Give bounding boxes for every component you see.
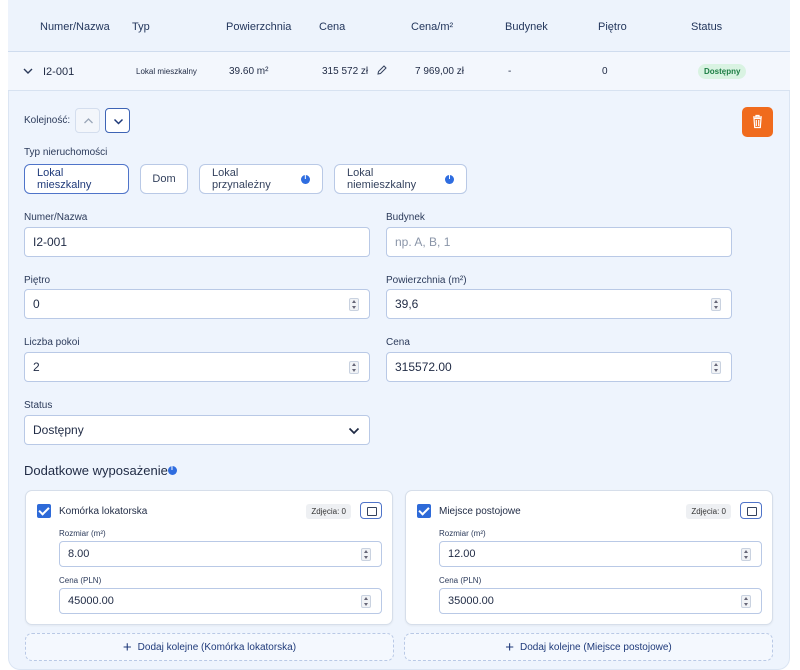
col-cena[interactable]: Cena <box>319 21 345 33</box>
extra-card-miejsce: Miejsce postojowe Zdjęcia: 0 Rozmiar (m²… <box>405 490 773 625</box>
col-cena-m2[interactable]: Cena/m² <box>411 21 453 33</box>
info-icon[interactable] <box>445 174 454 184</box>
price-value: 45000.00 <box>68 595 114 607</box>
chevron-up-icon <box>84 118 93 124</box>
budynek-label: Budynek <box>386 212 425 223</box>
cena-label: Cena <box>386 337 410 348</box>
row-cena-m2: 7 969,00 zł <box>415 66 464 77</box>
col-numer[interactable]: Numer/Nazwa <box>40 21 110 33</box>
add-komorka-button[interactable]: + Dodaj kolejne (Komórka lokatorska) <box>25 633 394 661</box>
budynek-field[interactable]: np. A, B, 1 <box>386 227 732 257</box>
size-field[interactable]: 8.00 <box>59 541 382 567</box>
status-label: Status <box>24 400 53 411</box>
stepper-icon[interactable] <box>349 361 359 374</box>
type-dom[interactable]: Dom <box>140 164 188 194</box>
pokoje-value: 2 <box>33 360 40 374</box>
card-title: Komórka lokatorska <box>59 506 148 517</box>
type-lokal-przynalezny[interactable]: Lokal przynależny <box>199 164 323 194</box>
row-cena: 315 572 zł <box>322 66 369 77</box>
stepper-icon[interactable] <box>361 548 371 561</box>
delete-button[interactable] <box>742 107 773 137</box>
type-label: Lokal mieszkalny <box>37 167 92 191</box>
extra-card-komorka: Komórka lokatorska Zdjęcia: 0 Rozmiar (m… <box>25 490 393 625</box>
price-label: Cena (PLN) <box>59 576 102 585</box>
size-field[interactable]: 12.00 <box>439 541 762 567</box>
row-numer: I2-001 <box>43 66 75 78</box>
info-icon[interactable] <box>301 174 310 184</box>
photos-count: Zdjęcia: 0 <box>306 504 351 519</box>
pietro-value: 0 <box>33 297 40 311</box>
numer-field[interactable]: I2-001 <box>24 227 370 257</box>
stepper-icon[interactable] <box>711 361 721 374</box>
gallery-button[interactable] <box>360 502 382 519</box>
col-pietro[interactable]: Piętro <box>598 21 627 33</box>
size-value: 12.00 <box>448 548 476 560</box>
row-typ: Lokal mieszkalny <box>136 67 197 76</box>
checkbox[interactable] <box>37 504 51 518</box>
price-field[interactable]: 35000.00 <box>439 588 762 614</box>
table-row[interactable]: I2-001 Lokal mieszkalny 39.60 m² 315 572… <box>8 52 790 91</box>
move-up-button[interactable] <box>75 108 100 133</box>
size-value: 8.00 <box>68 548 90 560</box>
photos-count: Zdjęcia: 0 <box>686 504 731 519</box>
chevron-down-icon[interactable] <box>22 65 34 77</box>
checkbox[interactable] <box>417 504 431 518</box>
price-label: Cena (PLN) <box>439 576 482 585</box>
extras-title: Dodatkowe wyposażenie <box>24 463 168 478</box>
trash-icon <box>753 114 762 129</box>
order-label: Kolejność: <box>24 115 71 126</box>
gallery-button[interactable] <box>740 502 762 519</box>
pokoje-field[interactable]: 2 <box>24 352 370 382</box>
plus-icon: + <box>505 638 514 656</box>
table-header: Numer/Nazwa Typ Powierzchnia Cena Cena/m… <box>8 0 790 52</box>
col-budynek[interactable]: Budynek <box>505 21 548 33</box>
type-label: Dom <box>152 173 176 185</box>
powierzchnia-field[interactable]: 39,6 <box>386 289 732 319</box>
price-value: 35000.00 <box>448 595 494 607</box>
row-budynek: - <box>508 66 512 77</box>
add-label: Dodaj kolejne (Miejsce postojowe) <box>520 641 672 653</box>
status-select[interactable]: Dostępny <box>24 415 370 445</box>
move-down-button[interactable] <box>105 108 130 133</box>
status-badge: Dostępny <box>698 64 747 79</box>
row-pietro: 0 <box>602 66 608 77</box>
powierzchnia-label: Powierzchnia (m²) <box>386 275 467 286</box>
cena-field[interactable]: 315572.00 <box>386 352 732 382</box>
type-lokal-mieszkalny[interactable]: Lokal mieszkalny <box>24 164 129 194</box>
pencil-icon[interactable] <box>377 65 387 75</box>
status-value: Dostępny <box>33 423 84 437</box>
pokoje-label: Liczba pokoi <box>24 337 80 348</box>
stepper-icon[interactable] <box>741 595 751 608</box>
size-label: Rozmiar (m²) <box>439 529 486 538</box>
card-title: Miejsce postojowe <box>439 506 521 517</box>
cena-value: 315572.00 <box>395 360 452 374</box>
plus-icon: + <box>122 638 132 656</box>
add-miejsce-button[interactable]: + Dodaj kolejne (Miejsce postojowe) <box>404 633 773 661</box>
pietro-field[interactable]: 0 <box>24 289 370 319</box>
col-powierzchnia[interactable]: Powierzchnia <box>226 21 291 33</box>
property-type-label: Typ nieruchomości <box>24 147 108 158</box>
stepper-icon[interactable] <box>741 548 751 561</box>
info-icon[interactable] <box>168 465 177 475</box>
chevron-down-icon <box>113 118 124 125</box>
row-powierzchnia: 39.60 m² <box>229 66 269 77</box>
size-label: Rozmiar (m²) <box>59 529 106 538</box>
numer-label: Numer/Nazwa <box>24 212 88 223</box>
type-label: Lokal przynależny <box>212 167 271 191</box>
add-label: Dodaj kolejne (Komórka lokatorska) <box>137 641 297 653</box>
chevron-down-icon <box>348 427 360 435</box>
col-status[interactable]: Status <box>691 21 722 33</box>
price-field[interactable]: 45000.00 <box>59 588 382 614</box>
stepper-icon[interactable] <box>711 298 721 311</box>
col-typ[interactable]: Typ <box>132 21 150 33</box>
stepper-icon[interactable] <box>349 298 359 311</box>
stepper-icon[interactable] <box>361 595 371 608</box>
pietro-label: Piętro <box>24 275 51 286</box>
type-label: Lokal niemieszkalny <box>347 167 417 191</box>
type-lokal-niemieszkalny[interactable]: Lokal niemieszkalny <box>334 164 467 194</box>
powierzchnia-value: 39,6 <box>395 297 419 311</box>
